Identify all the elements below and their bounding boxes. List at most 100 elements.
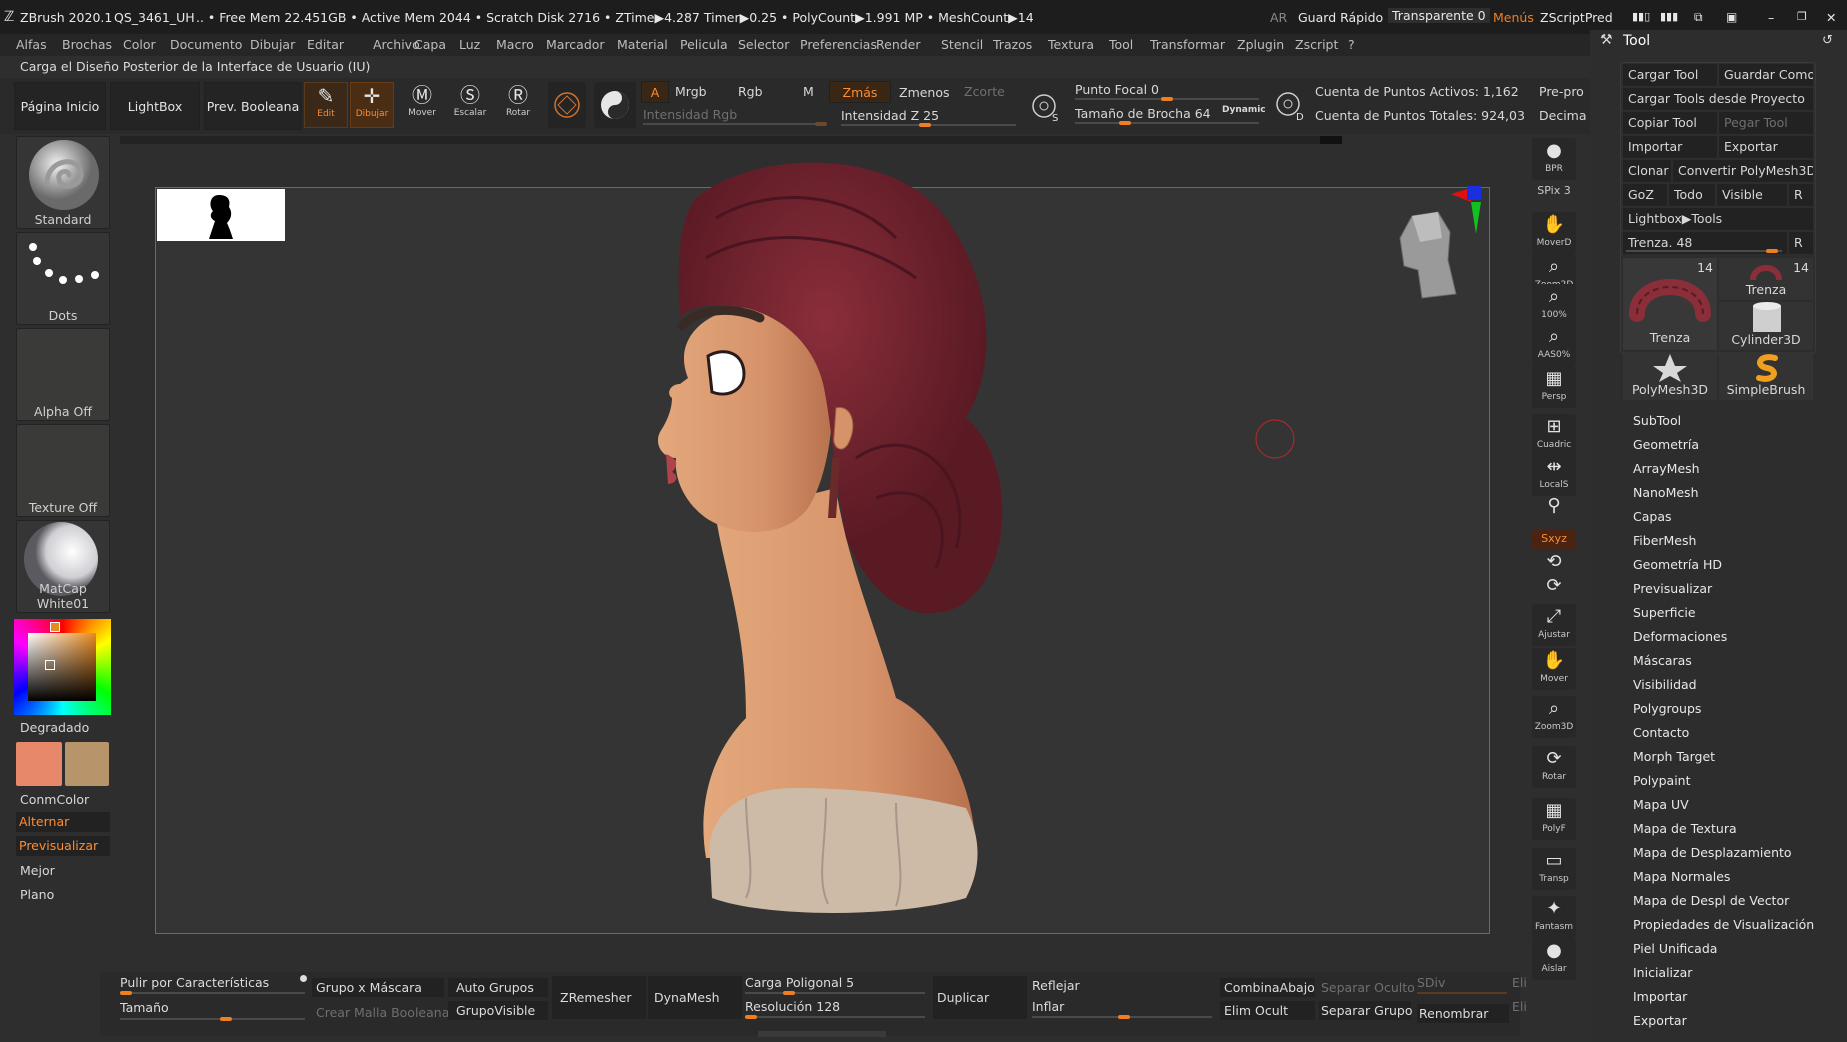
split-group-button[interactable]: Separar Grupo [1319, 1001, 1412, 1020]
layout-icon-2[interactable]: ▮▮▮ [1660, 10, 1678, 23]
perspective-button[interactable]: ▦ Persp [1532, 366, 1576, 408]
gradient-label[interactable]: Degradado [20, 720, 89, 735]
aa-half-button[interactable]: ⌕ AAS0% [1532, 324, 1576, 366]
bottom-shelf-handle[interactable] [758, 1031, 886, 1037]
mirror-button[interactable]: Reflejar [1032, 978, 1080, 993]
subpalette-25[interactable]: Exportar [1633, 1013, 1687, 1028]
subpalette-22[interactable]: Piel Unificada [1633, 941, 1717, 956]
close-icon[interactable]: ✕ [1826, 10, 1836, 25]
subpalette-5[interactable]: FiberMesh [1633, 533, 1696, 548]
subpalette-13[interactable]: Contacto [1633, 725, 1689, 740]
size-slider[interactable]: Tamaño [120, 1000, 169, 1015]
inflate-track[interactable] [1032, 1015, 1212, 1019]
merge-down-button[interactable]: CombinaAbajo [1220, 978, 1315, 997]
menu-render[interactable]: Render [876, 37, 921, 52]
y-rotate-button[interactable]: ⟲ [1532, 552, 1576, 572]
xyz-rotate-button[interactable]: Sxyz [1532, 530, 1576, 550]
primary-color-swatch[interactable] [16, 742, 62, 786]
poly-load-track[interactable] [745, 991, 925, 995]
import-button[interactable]: Importar [1623, 136, 1717, 158]
subpalette-24[interactable]: Importar [1633, 989, 1687, 1004]
brush-size-track[interactable] [1075, 121, 1259, 125]
focal-shift-track[interactable] [1075, 97, 1259, 101]
subpalette-2[interactable]: ArrayMesh [1633, 461, 1700, 476]
subpalette-9[interactable]: Deformaciones [1633, 629, 1727, 644]
color-picker[interactable] [14, 619, 111, 715]
frame-button[interactable]: ⤢ Ajustar [1532, 604, 1576, 646]
subpalette-21[interactable]: Propiedades de Visualización [1633, 917, 1814, 932]
m-toggle[interactable]: M [803, 84, 814, 99]
subpalette-8[interactable]: Superficie [1633, 605, 1696, 620]
hue-marker[interactable] [50, 622, 60, 632]
restore-icon[interactable]: ▣ [1726, 10, 1737, 24]
size-slider-track[interactable] [120, 1017, 305, 1021]
duplicate-button[interactable]: Duplicar [933, 976, 1027, 1019]
export-button[interactable]: Exportar [1719, 136, 1813, 158]
menu-pelicula[interactable]: Pelicula [680, 37, 728, 52]
preview-button[interactable]: Previsualizar [16, 836, 110, 856]
actual-size-button[interactable]: ⌕ 100% [1532, 284, 1576, 326]
brush-tile[interactable]: Standard [16, 136, 110, 229]
draw-button[interactable]: ✛ Dibujar [350, 82, 394, 128]
draw-size-d-button[interactable]: D [1270, 84, 1310, 126]
menu-material[interactable]: Material [617, 37, 668, 52]
menu-documento[interactable]: Documento [170, 37, 242, 52]
dynamesh-button[interactable]: DynaMesh [648, 976, 742, 1019]
menu-color[interactable]: Color [123, 37, 156, 52]
menu-textura[interactable]: Textura [1048, 37, 1094, 52]
group-visible-button[interactable]: GrupoVisible [448, 1001, 548, 1020]
layout-icon[interactable]: ▮▮▯ [1632, 10, 1650, 23]
rotate-button[interactable]: Ⓡ Rotar [496, 82, 540, 128]
transparent-slider[interactable]: Transparente 0 [1388, 8, 1490, 23]
lightbox-button[interactable]: LightBox [110, 82, 200, 130]
menu-dibujar[interactable]: Dibujar [250, 37, 295, 52]
material-sphere-button[interactable] [594, 82, 636, 128]
subpalette-17[interactable]: Mapa de Textura [1633, 821, 1737, 836]
trenza-slider-track[interactable] [1626, 249, 1782, 253]
subpalette-15[interactable]: Polypaint [1633, 773, 1691, 788]
delete-subtool-button-2[interactable]: Eli [1512, 999, 1527, 1014]
polish-toggle-icon[interactable] [300, 975, 307, 982]
alternate-button[interactable]: Alternar [16, 812, 110, 832]
floor-grid-button[interactable]: ⊞ Cuadric [1532, 414, 1576, 456]
paste-tool-button[interactable]: Pegar Tool [1719, 112, 1813, 134]
polish-features-button[interactable]: Pulir por Características [120, 975, 269, 990]
texture-tile[interactable]: Texture Off [16, 424, 110, 517]
dynamic-toggle[interactable]: Dynamic [1222, 105, 1266, 115]
menu-editar[interactable]: Editar [307, 37, 344, 52]
resolution-slider[interactable]: Resolución 128 [745, 999, 840, 1014]
zscript-label[interactable]: ZScriptPred [1540, 10, 1613, 25]
ghost-button[interactable]: ✦ Fantasm [1532, 896, 1576, 938]
transparency-button[interactable]: ▭ Transp [1532, 848, 1576, 890]
trenza-r-button[interactable]: R [1789, 232, 1813, 254]
load-project-tools-button[interactable]: Cargar Tools desde Proyecto [1623, 88, 1813, 110]
tool-thumb-trenza[interactable]: 14 Trenza [1719, 258, 1813, 300]
subpalette-19[interactable]: Mapa Normales [1633, 869, 1730, 884]
decimate-button[interactable]: Decima [1539, 108, 1587, 123]
tool-thumb-cylinder3d[interactable]: Cylinder3D [1719, 302, 1813, 350]
zcut-toggle[interactable]: Zcorte [964, 84, 1005, 99]
rgb-intensity-slider[interactable]: Intensidad Rgb [643, 107, 737, 122]
spix-slider[interactable]: SPix 3 [1532, 182, 1576, 200]
boolean-preview-button[interactable]: Prev. Booleana [204, 82, 302, 130]
lightbox-tools-button[interactable]: Lightbox▶Tools [1623, 208, 1813, 230]
subpalette-16[interactable]: Mapa UV [1633, 797, 1689, 812]
split-hidden-button[interactable]: Separar Oculto [1319, 978, 1417, 997]
menu-luz[interactable]: Luz [459, 37, 480, 52]
lock-button[interactable]: ⚲ [1532, 496, 1576, 516]
subpalette-7[interactable]: Previsualizar [1633, 581, 1712, 596]
material-tile[interactable]: MatCap White01 [16, 520, 110, 613]
z-intensity-slider[interactable]: Intensidad Z 25 [841, 108, 939, 123]
stroke-tile[interactable]: Dots [16, 232, 110, 325]
better-button[interactable]: Mejor [20, 863, 55, 878]
menu-help[interactable]: ? [1348, 37, 1355, 52]
copy-tool-button[interactable]: Copiar Tool [1623, 112, 1717, 134]
menu-tool[interactable]: Tool [1109, 37, 1133, 52]
reset-icon[interactable]: ↺ [1822, 33, 1833, 48]
menu-trazos[interactable]: Trazos [993, 37, 1032, 52]
minimize-icon[interactable]: – [1768, 10, 1774, 25]
zadd-toggle[interactable]: Zmás [829, 81, 891, 103]
zremesher-button[interactable]: ZRemesher [552, 976, 646, 1019]
sdiv-slider[interactable]: SDiv [1417, 975, 1445, 990]
poly-load-slider[interactable]: Carga Poligonal 5 [745, 975, 854, 990]
